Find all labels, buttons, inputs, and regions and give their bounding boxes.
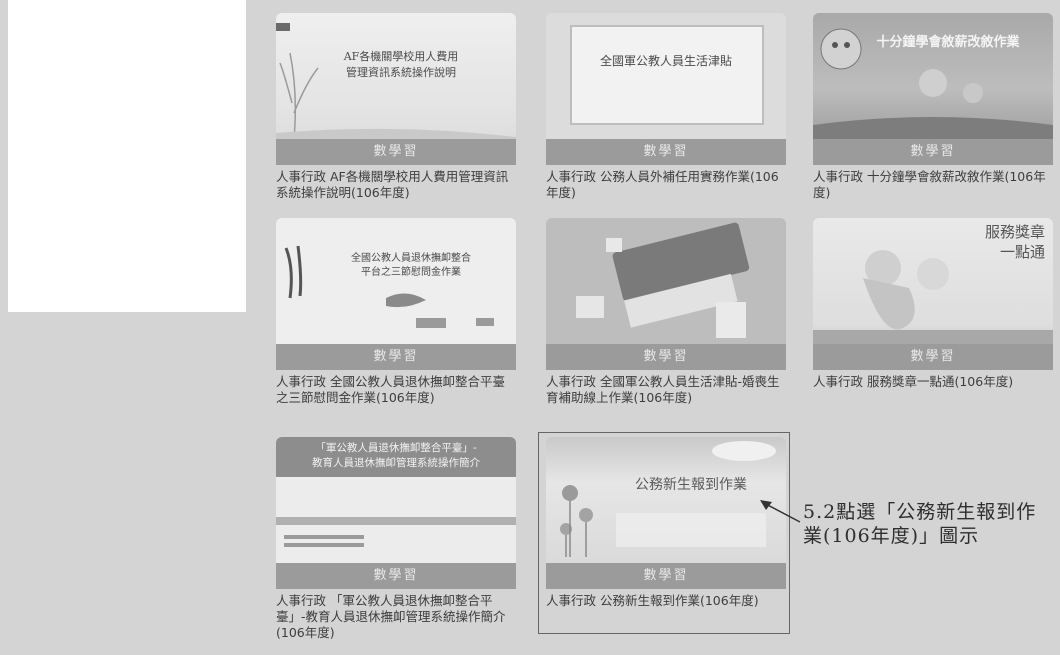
course-card[interactable]: 數學習 人事行政 全國軍公教人員生活津貼-婚喪生育補助線上作業(106年度) (546, 218, 786, 406)
slide-title: 全國軍公教人員生活津貼 (599, 54, 732, 68)
slide-title: 「軍公教人員退休撫卹整合平臺」- 教育人員退休撫卹管理系統操作簡介 (312, 442, 480, 469)
slide-line (284, 535, 364, 539)
course-caption[interactable]: 人事行政 全國公教人員退休撫卹整合平臺之三節慰問金作業(106年度) (276, 374, 511, 406)
slide-title: 全國公教人員退休撫卹整合 平台之三節慰問金作業 (351, 253, 471, 278)
learn-button[interactable]: 數學習 (546, 139, 786, 165)
course-card[interactable]: 全國軍公教人員生活津貼 數學習 人事行政 公務人員外補任用實務作業(106年度) (546, 13, 786, 201)
course-caption[interactable]: 人事行政 AF各機關學校用人費用管理資訊系統操作說明(106年度) (276, 169, 511, 201)
course-caption[interactable]: 人事行政 全國軍公教人員生活津貼-婚喪生育補助線上作業(106年度) (546, 374, 781, 406)
course-card[interactable]: 十分鐘學會敘薪改敘作業 數學習 人事行政 十分鐘學會敘薪改敘作業(106年度) (813, 13, 1053, 201)
learn-button[interactable]: 數學習 (276, 563, 516, 589)
course-caption[interactable]: 人事行政 服務獎章一點通(106年度) (813, 374, 1048, 390)
course-thumbnail[interactable]: 數學習 (546, 218, 786, 370)
course-card[interactable]: 服務獎章 一點通 數學習 人事行政 服務獎章一點通(106年度) (813, 218, 1053, 390)
course-thumbnail[interactable]: 全國軍公教人員生活津貼 數學習 (546, 13, 786, 165)
blank-panel (8, 0, 246, 312)
learn-button[interactable]: 數學習 (813, 139, 1053, 165)
course-thumbnail[interactable]: 「軍公教人員退休撫卹整合平臺」- 教育人員退休撫卹管理系統操作簡介 數學習 (276, 437, 516, 589)
highlight-box (538, 432, 790, 634)
course-card[interactable]: AF各機關學校用人費用 管理資訊系統操作說明 數學習 人事行政 AF各機關學校用… (276, 13, 516, 201)
learn-button[interactable]: 數學習 (546, 344, 786, 370)
learn-button[interactable]: 數學習 (276, 344, 516, 370)
slide-rule (276, 517, 516, 525)
course-thumbnail[interactable]: 服務獎章 一點通 數學習 (813, 218, 1053, 370)
course-thumbnail[interactable]: 全國公教人員退休撫卹整合 平台之三節慰問金作業 數學習 (276, 218, 516, 370)
course-caption[interactable]: 人事行政 「軍公教人員退休撫卹整合平臺」-教育人員退休撫卹管理系統操作簡介(10… (276, 593, 511, 641)
course-card[interactable]: 「軍公教人員退休撫卹整合平臺」- 教育人員退休撫卹管理系統操作簡介 數學習 人事… (276, 437, 516, 641)
course-caption[interactable]: 人事行政 公務人員外補任用實務作業(106年度) (546, 169, 781, 201)
slide-frame (570, 25, 764, 125)
slide-title: 服務獎章 一點通 (984, 223, 1045, 261)
slide-line (284, 543, 364, 547)
learn-button[interactable]: 數學習 (276, 139, 516, 165)
course-card[interactable]: 全國公教人員退休撫卹整合 平台之三節慰問金作業 數學習 人事行政 全國公教人員退… (276, 218, 516, 406)
course-thumbnail[interactable]: 十分鐘學會敘薪改敘作業 數學習 (813, 13, 1053, 165)
annotation-note: 5.2點選「公務新生報到作業(106年度)」圖示 (803, 501, 1037, 547)
slide-title: 十分鐘學會敘薪改敘作業 (876, 35, 1020, 50)
learn-button[interactable]: 數學習 (813, 344, 1053, 370)
course-thumbnail[interactable]: AF各機關學校用人費用 管理資訊系統操作說明 數學習 (276, 13, 516, 165)
slide-title: AF各機關學校用人費用 管理資訊系統操作說明 (343, 50, 459, 79)
course-caption[interactable]: 人事行政 十分鐘學會敘薪改敘作業(106年度) (813, 169, 1048, 201)
